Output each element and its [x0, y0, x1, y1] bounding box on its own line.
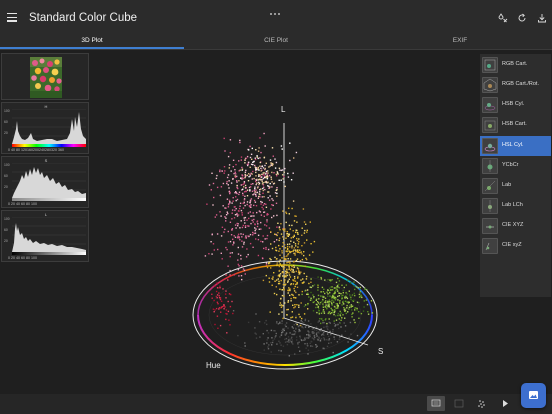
saturation-histogram-ticks: 0 20 40 60 80 100: [8, 202, 37, 206]
download-icon[interactable]: [537, 13, 547, 23]
image-thumbnail-card[interactable]: [1, 53, 89, 100]
cie-xyz-icon: [482, 218, 498, 234]
color-space-lab-lch[interactable]: Lab LCh: [480, 196, 551, 216]
lightness-histogram-card: L 100 60 20 0 20 40 60 80 100: [1, 210, 89, 262]
refresh-icon[interactable]: [517, 13, 527, 23]
color-space-rgb-cart[interactable]: RGB Cart.: [480, 55, 551, 75]
color-space-hsb-cart[interactable]: HSB Cart.: [480, 115, 551, 135]
hsb-cyl-icon: [482, 97, 498, 113]
pixel-scatter-points: [204, 132, 374, 357]
lightness-histogram-ylow: 20: [4, 239, 8, 243]
saturation-histogram-ylow: 20: [4, 185, 8, 189]
hue-histogram-ticks: 0 40 80 120160200240280320 360: [8, 148, 64, 152]
tab-exif[interactable]: EXIF: [368, 33, 552, 50]
color-space-hsb-cyl[interactable]: HSB Cyl.: [480, 95, 551, 115]
gallery-button[interactable]: [521, 383, 546, 408]
lab-icon: [482, 178, 498, 194]
color-space-cie-xyz[interactable]: CIE XYZ: [480, 216, 551, 236]
color-space-ycbcr[interactable]: YCbCr: [480, 156, 551, 176]
cie-xyz-small-icon: [482, 238, 498, 254]
bottom-toolbar: [0, 394, 552, 414]
hsl-cylinder-3d-plot[interactable]: L S Hue: [95, 55, 475, 395]
lightness-histogram-ymax: 100: [4, 217, 10, 221]
lightness-histogram-ymid: 60: [4, 228, 8, 232]
tab-cie-plot[interactable]: CIE Plot: [184, 33, 368, 50]
l-axis-label: L: [281, 105, 286, 114]
lightness-histogram-ticks: 0 20 40 60 80 100: [8, 256, 37, 260]
multitasking-grabber[interactable]: [270, 2, 282, 15]
ycbcr-icon: [482, 158, 498, 174]
active-tab-indicator: [0, 47, 184, 49]
image-thumbnail[interactable]: [30, 57, 62, 98]
color-space-cie-xyz-small[interactable]: CIE xyZ: [480, 236, 551, 256]
top-bar: Standard Color Cube: [0, 0, 552, 33]
color-space-hsl-cyl[interactable]: HSL Cyl.: [480, 136, 551, 156]
saturation-histogram-chart: [12, 163, 86, 201]
color-space-list: RGB Cart. RGB Cart./Rot. HSB Cyl. HSB Ca…: [480, 54, 551, 297]
color-drop-icon[interactable]: [498, 13, 508, 23]
play-icon[interactable]: [496, 396, 514, 411]
hue-ring-back: [197, 264, 373, 316]
photo-icon: [529, 391, 538, 399]
color-space-rgb-cart-rot[interactable]: RGB Cart./Rot.: [480, 75, 551, 95]
lightness-histogram-chart: [12, 217, 86, 255]
hue-histogram-chart: [12, 109, 86, 147]
hue-histogram-ymid: 60: [4, 120, 8, 124]
scatter-icon[interactable]: [473, 396, 491, 411]
saturation-histogram-ymid: 60: [4, 174, 8, 178]
app-window: Standard Color Cube 3D Plot CIE Plot EXI…: [0, 0, 552, 414]
hsb-cart-icon: [482, 117, 498, 133]
rgb-cart-icon: [482, 57, 498, 73]
hue-histogram-ymax: 100: [4, 109, 10, 113]
s-axis-label: S: [378, 347, 383, 356]
hue-axis-label: Hue: [206, 361, 221, 370]
hue-histogram-ylow: 20: [4, 131, 8, 135]
hue-histogram-card: H 100 60 20 0 40 80 120160200240280320 3…: [1, 102, 89, 154]
menu-icon[interactable]: [7, 13, 17, 22]
lab-lch-icon: [482, 198, 498, 214]
color-space-lab[interactable]: Lab: [480, 176, 551, 196]
rgb-cart-rot-icon: [482, 77, 498, 93]
cube-outline-icon[interactable]: [450, 396, 468, 411]
display-mode-icon[interactable]: [427, 396, 445, 411]
hsl-cyl-icon: [482, 138, 498, 154]
saturation-histogram-card: S 100 60 20 0 20 40 60 80 100: [1, 156, 89, 208]
saturation-histogram-ymax: 100: [4, 163, 10, 167]
app-title: Standard Color Cube: [29, 12, 138, 24]
